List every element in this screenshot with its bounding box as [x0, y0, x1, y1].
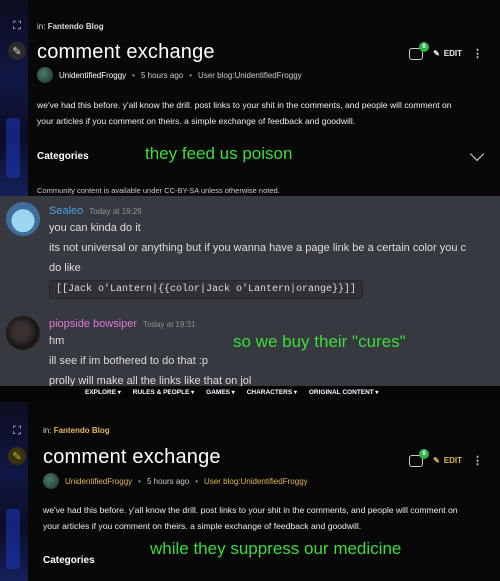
nav-item-games[interactable]: GAMES [206, 389, 235, 396]
timestamp: 5 hours ago [140, 70, 184, 80]
message-line: do like [49, 262, 81, 274]
edit-button[interactable]: ✎ EDIT [433, 49, 462, 58]
categories-heading[interactable]: Categories [43, 555, 95, 566]
avatar[interactable] [6, 316, 40, 350]
nav-menu: EXPLORE RULES & PEOPLE GAMES CHARACTERS … [85, 389, 378, 396]
message-line: you can kinda do it [49, 222, 141, 234]
article-line: your articles if you comment on theirs. … [43, 521, 362, 531]
nav-item-characters[interactable]: CHARACTERS [247, 389, 297, 396]
expand-icon[interactable]: ⛶ [8, 17, 26, 35]
breadcrumb-link[interactable]: Fantendo Blog [54, 426, 110, 435]
message-author[interactable]: piopside bowsiper [49, 318, 137, 330]
message-line: ill see if im bothered to do that :p [49, 355, 208, 367]
pencil-icon[interactable]: ✎ [8, 42, 26, 60]
expand-icon[interactable]: ⛶ [8, 422, 26, 440]
page-meta: UnidentifiedFroggy • 5 hours ago • User … [43, 473, 308, 489]
meme-caption-2: so we buy their "cures" [233, 332, 406, 351]
edit-label: EDIT [443, 456, 462, 465]
nav-item-original-content[interactable]: ORIGINAL CONTENT [309, 389, 379, 396]
avatar[interactable] [37, 67, 53, 83]
timestamp: 5 hours ago [146, 476, 190, 486]
kebab-icon[interactable]: ⋮ [472, 47, 483, 60]
comment-icon[interactable]: 6 [409, 448, 430, 467]
message-line: its not universal or anything but if you… [49, 242, 467, 254]
edit-icon: ✎ [433, 49, 440, 58]
page-meta: UnidentifiedFroggy • 5 hours ago • User … [37, 67, 302, 83]
breadcrumb: in: Fantendo Blog [43, 426, 110, 435]
message-time: Today at 19:31 [143, 320, 196, 329]
article-body: we've had this before. y'all know the dr… [43, 502, 483, 534]
message-time: Today at 19:29 [89, 207, 142, 216]
message-header: Sealeo Today at 19:29 [49, 205, 142, 217]
comment-icon[interactable]: 6 [409, 41, 430, 60]
blog-panel-bottom: ⛶ ✎ in: Fantendo Blog comment exchange 6… [0, 402, 500, 581]
breadcrumb: in: Fantendo Blog [37, 22, 104, 31]
edit-button[interactable]: ✎ EDIT [433, 456, 462, 465]
user-blog-link[interactable]: User blog:UnidentifiedFroggy [198, 71, 302, 80]
separator: • [195, 476, 199, 486]
nav-item-explore[interactable]: EXPLORE [85, 389, 121, 396]
breadcrumb-prefix: in: [43, 426, 52, 435]
kebab-icon[interactable]: ⋮ [472, 454, 483, 467]
edit-icon: ✎ [433, 456, 440, 465]
message-author[interactable]: Sealeo [49, 205, 83, 217]
meme-caption-3: while they suppress our medicine [150, 539, 402, 558]
categories-heading[interactable]: Categories [37, 151, 89, 162]
page-actions: 6 ✎ EDIT ⋮ [409, 448, 483, 467]
article-line: your articles if you comment on theirs. … [37, 116, 356, 126]
inline-code: [[Jack o'Lantern|{{color|Jack o'Lantern|… [49, 280, 364, 299]
author-link[interactable]: UnidentifiedFroggy [59, 71, 126, 80]
chat-screenshot: Sealeo Today at 19:29 you can kinda do it… [0, 196, 500, 386]
wiki-nav-bar: EXPLORE RULES & PEOPLE GAMES CHARACTERS … [0, 386, 500, 402]
message-line: hm [49, 335, 65, 347]
edit-label: EDIT [443, 49, 462, 58]
license-text: Community content is available under CC-… [37, 186, 280, 195]
page-title: comment exchange [43, 446, 221, 468]
article-body: we've had this before. y'all know the dr… [37, 97, 482, 129]
message-line: prolly will make all the links like that… [49, 375, 252, 386]
separator: • [189, 70, 193, 80]
user-blog-link[interactable]: User blog:UnidentifiedFroggy [204, 477, 308, 486]
chevron-down-icon[interactable] [469, 146, 485, 162]
article-line: we've had this before. y'all know the dr… [43, 505, 458, 515]
breadcrumb-link[interactable]: Fantendo Blog [48, 22, 104, 31]
article-line: we've had this before. y'all know the dr… [37, 100, 452, 110]
separator: • [132, 70, 135, 80]
page-title: comment exchange [37, 41, 215, 63]
blog-panel-top: ⛶ ✎ in: Fantendo Blog comment exchange 6… [0, 0, 500, 196]
avatar[interactable] [43, 473, 59, 489]
page-actions: 6 ✎ EDIT ⋮ [409, 41, 483, 60]
meme-caption-1: they feed us poison [145, 144, 293, 163]
comment-count-badge: 6 [419, 448, 430, 459]
nav-item-rules-people[interactable]: RULES & PEOPLE [133, 389, 194, 396]
message-header: piopside bowsiper Today at 19:31 [49, 318, 196, 330]
breadcrumb-prefix: in: [37, 22, 46, 31]
author-link[interactable]: UnidentifiedFroggy [65, 477, 132, 486]
separator: • [138, 476, 141, 486]
pencil-icon[interactable]: ✎ [8, 447, 26, 465]
comment-count-badge: 6 [419, 41, 430, 52]
avatar[interactable] [6, 202, 40, 236]
